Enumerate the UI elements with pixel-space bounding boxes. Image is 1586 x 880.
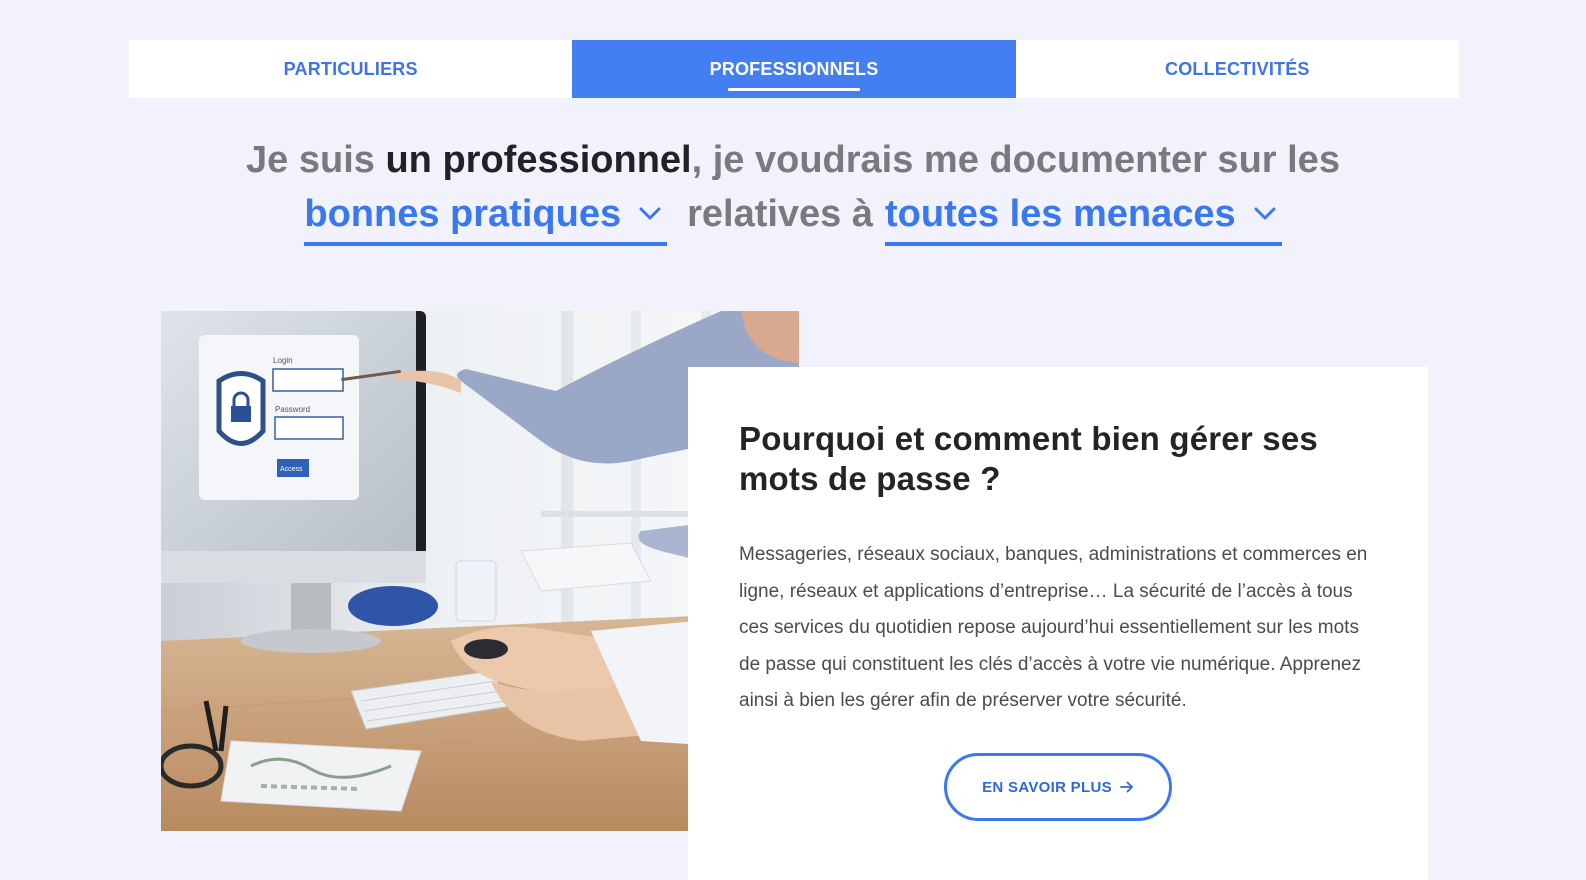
arrow-right-icon bbox=[1119, 781, 1134, 793]
login-text: Login bbox=[273, 356, 293, 365]
profile-sentence: Je suis un professionnel, je voudrais me… bbox=[0, 132, 1586, 246]
tab-professionnels[interactable]: PROFESSIONNELS bbox=[572, 40, 1016, 98]
chevron-down-icon bbox=[639, 207, 661, 221]
sentence-middle: , je voudrais me documenter sur les bbox=[691, 139, 1340, 181]
sentence-relative: relatives à bbox=[687, 193, 874, 235]
topic-select[interactable]: bonnes pratiques bbox=[304, 188, 668, 246]
learn-more-label: EN SAVOIR PLUS bbox=[982, 778, 1112, 796]
tab-particuliers[interactable]: PARTICULIERS bbox=[129, 40, 572, 98]
topic-select-value: bonnes pratiques bbox=[304, 193, 622, 235]
learn-more-button[interactable]: EN SAVOIR PLUS bbox=[944, 753, 1172, 821]
chevron-down-icon bbox=[1254, 207, 1276, 221]
article-card: Pourquoi et comment bien gérer ses mots … bbox=[688, 367, 1428, 880]
tab-label: PARTICULIERS bbox=[283, 58, 418, 79]
article-summary: Messageries, réseaux sociaux, banques, a… bbox=[739, 544, 1368, 712]
threat-select[interactable]: toutes les menaces bbox=[885, 188, 1282, 246]
page: PARTICULIERS PROFESSIONNELS COLLECTIVITÉ… bbox=[0, 0, 1586, 880]
sentence-line-1: Je suis un professionnel, je voudrais me… bbox=[0, 132, 1586, 188]
password-text: Password bbox=[275, 405, 310, 414]
active-tab-indicator bbox=[727, 88, 860, 91]
access-text: Access bbox=[280, 466, 303, 473]
audience-tabs: PARTICULIERS PROFESSIONNELS COLLECTIVITÉ… bbox=[129, 40, 1459, 98]
tab-label: COLLECTIVITÉS bbox=[1165, 58, 1310, 79]
threat-select-value: toutes les menaces bbox=[885, 193, 1236, 235]
tab-collectivites[interactable]: COLLECTIVITÉS bbox=[1016, 40, 1459, 98]
tab-label: PROFESSIONNELS bbox=[709, 58, 879, 79]
sentence-profile: un professionnel bbox=[385, 139, 692, 181]
sentence-prefix: Je suis bbox=[246, 139, 386, 181]
article-title: Pourquoi et comment bien gérer ses mots … bbox=[739, 420, 1318, 497]
sentence-line-2: bonnes pratiques relatives à toutes les … bbox=[0, 188, 1586, 246]
